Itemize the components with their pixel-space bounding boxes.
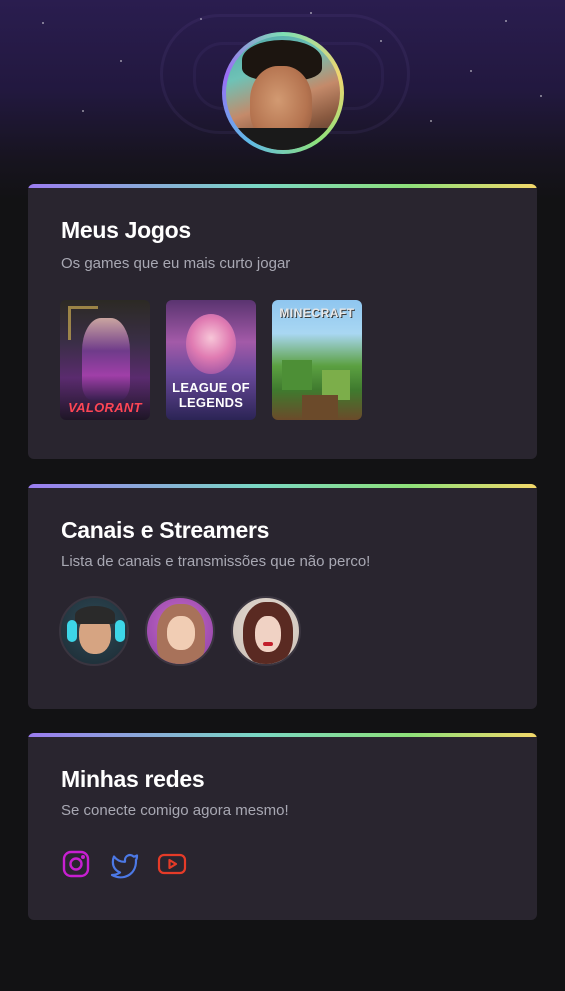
channels-card: Canais e Streamers Lista de canais e tra… — [28, 484, 537, 709]
games-card: Meus Jogos Os games que eu mais curto jo… — [28, 184, 537, 459]
minecraft-logo: MINECRAFT — [279, 306, 355, 320]
twitter-icon[interactable] — [109, 849, 139, 879]
profile-photo — [226, 36, 340, 150]
game-minecraft[interactable]: MINECRAFT — [272, 300, 362, 420]
lol-logo: LEAGUE OF LEGENDS — [172, 380, 250, 410]
profile-avatar — [222, 32, 344, 154]
games-title: Meus Jogos — [61, 217, 191, 243]
social-subtitle: Se conecte comigo agora mesmo! — [61, 802, 289, 819]
game-league-of-legends[interactable]: LEAGUE OF LEGENDS — [166, 300, 256, 420]
games-subtitle: Os games que eu mais curto jogar — [61, 255, 291, 272]
instagram-icon[interactable] — [61, 849, 91, 879]
social-card: Minhas redes Se conecte comigo agora mes… — [28, 733, 537, 920]
channels-subtitle: Lista de canais e transmissões que não p… — [61, 553, 371, 570]
game-valorant[interactable]: VALORANT — [60, 300, 150, 420]
valorant-logo: VALORANT — [68, 400, 142, 415]
youtube-icon[interactable] — [157, 849, 187, 879]
channels-title: Canais e Streamers — [61, 517, 270, 543]
streamer-avatar-3[interactable] — [231, 596, 301, 666]
streamer-avatar-1[interactable] — [59, 596, 129, 666]
social-title: Minhas redes — [61, 766, 205, 792]
streamer-avatar-2[interactable] — [145, 596, 215, 666]
